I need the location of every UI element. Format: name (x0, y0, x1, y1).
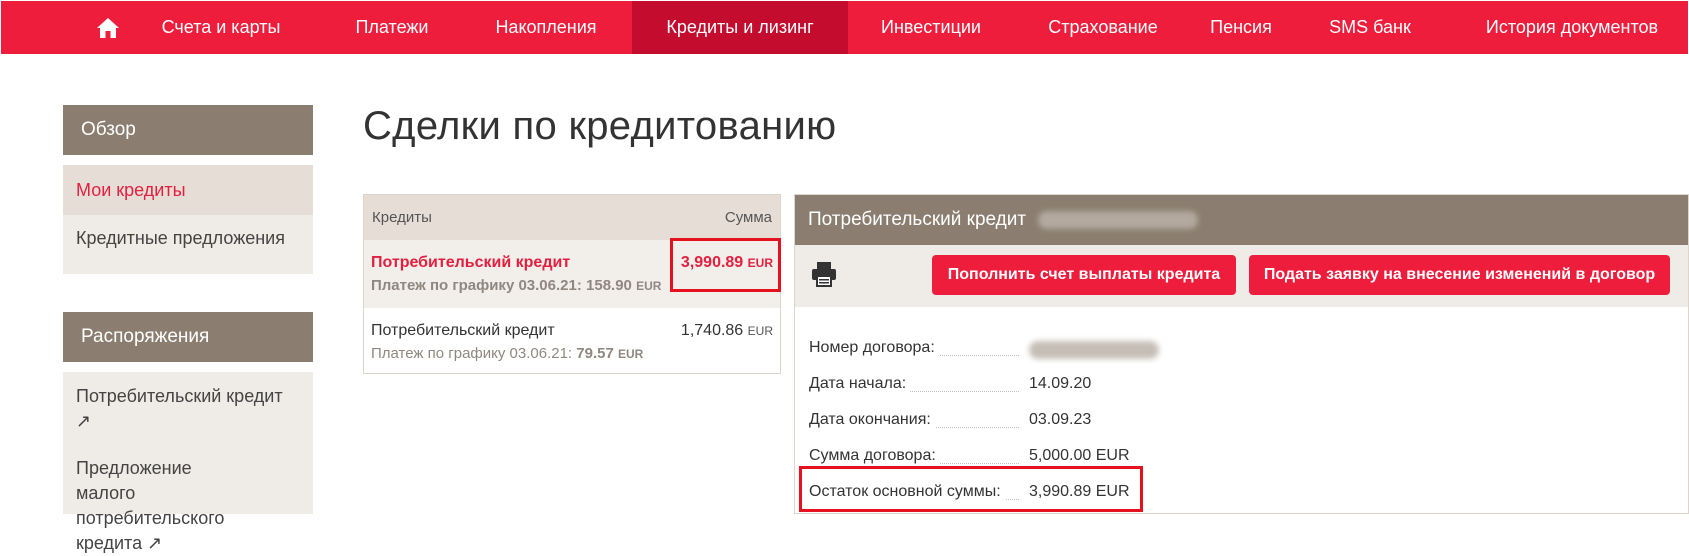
sidebar-section-overview: Обзор (63, 105, 313, 155)
column-sum: Сумма (724, 209, 772, 226)
field-end-date: Дата окончания: 03.09.23 (809, 411, 1092, 429)
field-start-date: Дата начала: 14.09.20 (809, 375, 1092, 393)
home-button[interactable] (85, 1, 131, 54)
sidebar-item-my-credits[interactable]: Мои кредиты (63, 165, 313, 215)
detail-toolbar: Пополнить счет выплаты кредита Подать за… (795, 245, 1688, 307)
redacted-contract-id (1038, 211, 1199, 229)
nav-sms-bank[interactable]: SMS банк (1321, 1, 1419, 54)
nav-insurance[interactable]: Страхование (1033, 1, 1173, 54)
home-icon (97, 17, 119, 38)
sidebar-item-consumer-credit-link[interactable]: Потребительский кредит ↗ (63, 372, 308, 434)
highlight-box-amount (670, 238, 781, 292)
nav-pension[interactable]: Пенсия (1198, 1, 1284, 54)
nav-savings[interactable]: Накопления (481, 1, 611, 54)
column-credits: Кредиты (372, 209, 432, 226)
nav-credits-leasing[interactable]: Кредиты и лизинг (632, 1, 848, 54)
credit-name: Потребительский кредит (371, 254, 571, 271)
redacted-contract-number (1029, 341, 1159, 359)
nav-document-history[interactable]: История документов (1469, 1, 1675, 54)
nav-accounts-cards[interactable]: Счета и карты (147, 1, 295, 54)
detail-header: Потребительский кредит (795, 195, 1688, 245)
credit-row[interactable]: Потребительский кредит Платеж по графику… (364, 308, 780, 376)
nav-investments[interactable]: Инвестиции (863, 1, 999, 54)
credit-amount: 1,740.86 EUR (680, 322, 773, 339)
field-contract-number: Номер договора: (809, 329, 1669, 365)
change-request-button[interactable]: Подать заявку на внесение изменений в до… (1249, 255, 1670, 295)
detail-title: Потребительский кредит (808, 209, 1027, 230)
sidebar-item-credit-offers[interactable]: Кредитные предложения (63, 215, 313, 251)
credit-schedule: Платеж по графику 03.06.21: 158.90 EUR (371, 277, 662, 294)
sidebar-section-orders: Распоряжения (63, 312, 313, 362)
credit-schedule: Платеж по графику 03.06.21: 79.57 EUR (371, 345, 644, 362)
credit-name: Потребительский кредит (371, 322, 555, 339)
sidebar-orders-list: Потребительский кредит ↗ Предложение мал… (63, 372, 313, 553)
topup-credit-account-button[interactable]: Пополнить счет выплаты кредита (932, 255, 1236, 295)
credits-table-header: Кредиты Сумма (364, 195, 780, 240)
nav-payments[interactable]: Платежи (339, 1, 445, 54)
page-title: Сделки по кредитованию (363, 104, 837, 148)
printer-icon[interactable] (809, 259, 839, 289)
sidebar-item-small-credit-offer-link[interactable]: Предложение малого потребительского кред… (63, 434, 263, 556)
sidebar-overview-list: Мои кредиты Кредитные предложения (63, 165, 313, 274)
top-navigation: Счета и карты Платежи Накопления Кредиты… (1, 1, 1688, 54)
